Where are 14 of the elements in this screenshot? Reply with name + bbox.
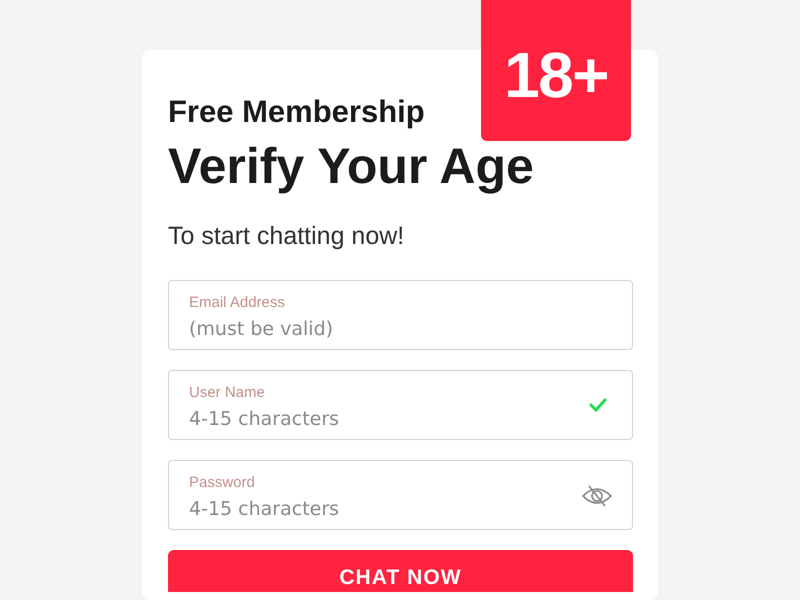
input-field[interactable]: Email Address (must be valid) [168, 280, 633, 350]
field-label: Email Address [189, 293, 285, 313]
input-field[interactable]: User Name 4-15 characters [168, 370, 633, 440]
chat-now-button[interactable]: CHAT NOW [168, 550, 633, 592]
age-badge: 18+ [481, 0, 631, 141]
text-input[interactable]: 4-15 characters [189, 496, 569, 522]
text-input[interactable]: 4-15 characters [189, 406, 569, 432]
tagline: To start chatting now! [168, 221, 404, 252]
field-label: User Name [189, 383, 265, 403]
subtitle: Free Membership [168, 93, 425, 131]
input-field[interactable]: Password 4-15 characters [168, 460, 633, 530]
eye-slash-icon[interactable] [582, 484, 612, 508]
field-label: Password [189, 473, 255, 493]
text-input[interactable]: (must be valid) [189, 316, 569, 342]
